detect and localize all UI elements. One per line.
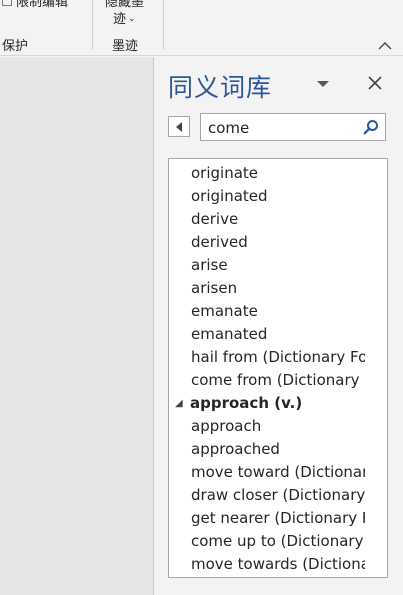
- synonym-item[interactable]: arise: [169, 254, 365, 277]
- synonym-item[interactable]: hail from (Dictionary For: [169, 346, 365, 369]
- search-input[interactable]: [208, 118, 358, 137]
- close-icon: [368, 76, 382, 90]
- synonym-item[interactable]: originated: [169, 185, 365, 208]
- close-pane-button[interactable]: [365, 73, 385, 93]
- synonym-list: originate originated derive derived arise ari…: [169, 162, 387, 576]
- hide-ink-label-line2-wrap: 迹 ⌄: [113, 8, 136, 27]
- meaning-header[interactable]: ◢ approach (v.): [169, 392, 387, 415]
- protect-group-label: 保护: [2, 39, 29, 54]
- caret-down-icon: [317, 81, 329, 87]
- thesaurus-pane: 同义词库 originateoriginatedderivederivedari…: [154, 57, 403, 595]
- synonym-item[interactable]: arisen: [169, 277, 365, 300]
- synonym-item[interactable]: move towards (Dictiona: [169, 553, 365, 576]
- synonym-item[interactable]: approached: [169, 438, 365, 461]
- search-button[interactable]: [363, 119, 379, 135]
- synonym-item[interactable]: get nearer (Dictionary Fo: [169, 507, 365, 530]
- search-box: [200, 113, 386, 141]
- pane-title: 同义词库: [168, 73, 273, 102]
- synonym-results-list[interactable]: originate originated derive derived arise ari…: [168, 158, 388, 578]
- restrict-editing-icon: [2, 0, 12, 6]
- synonym-item[interactable]: come up to (Dictionary I: [169, 530, 365, 553]
- restrict-editing-button[interactable]: 限制编辑: [2, 0, 68, 10]
- ink-group-label: 墨迹: [112, 39, 139, 54]
- synonym-item[interactable]: originate: [169, 162, 365, 185]
- synonym-item[interactable]: derive: [169, 208, 365, 231]
- collapse-ribbon-button[interactable]: [377, 38, 393, 52]
- pane-options-button[interactable]: [314, 74, 332, 92]
- scrollbar[interactable]: [367, 159, 387, 577]
- synonym-item[interactable]: move toward (Dictionary: [169, 461, 365, 484]
- meaning-header-label: approach (v.): [190, 394, 303, 412]
- synonym-item[interactable]: approach: [169, 415, 365, 438]
- restrict-editing-label: 限制编辑: [16, 0, 69, 10]
- synonym-item[interactable]: come from (Dictionary F: [169, 369, 365, 392]
- document-area[interactable]: [0, 57, 153, 595]
- ribbon: 限制编辑 保护 隐藏墨 迹 ⌄ 墨迹: [0, 0, 403, 56]
- ribbon-separator: [163, 0, 164, 50]
- back-button[interactable]: [168, 116, 190, 137]
- chevron-down-icon: ⌄: [128, 14, 136, 24]
- chevron-left-icon: [176, 121, 182, 132]
- hide-ink-label-line2: 迹: [113, 12, 127, 27]
- synonym-item[interactable]: derived: [169, 231, 365, 254]
- collapse-triangle-icon[interactable]: ◢: [175, 392, 183, 415]
- synonym-item[interactable]: emanate: [169, 300, 365, 323]
- search-icon: [363, 120, 378, 135]
- chevron-up-icon: [378, 42, 392, 50]
- synonym-item[interactable]: draw closer (Dictionary I: [169, 484, 365, 507]
- synonym-item[interactable]: emanated: [169, 323, 365, 346]
